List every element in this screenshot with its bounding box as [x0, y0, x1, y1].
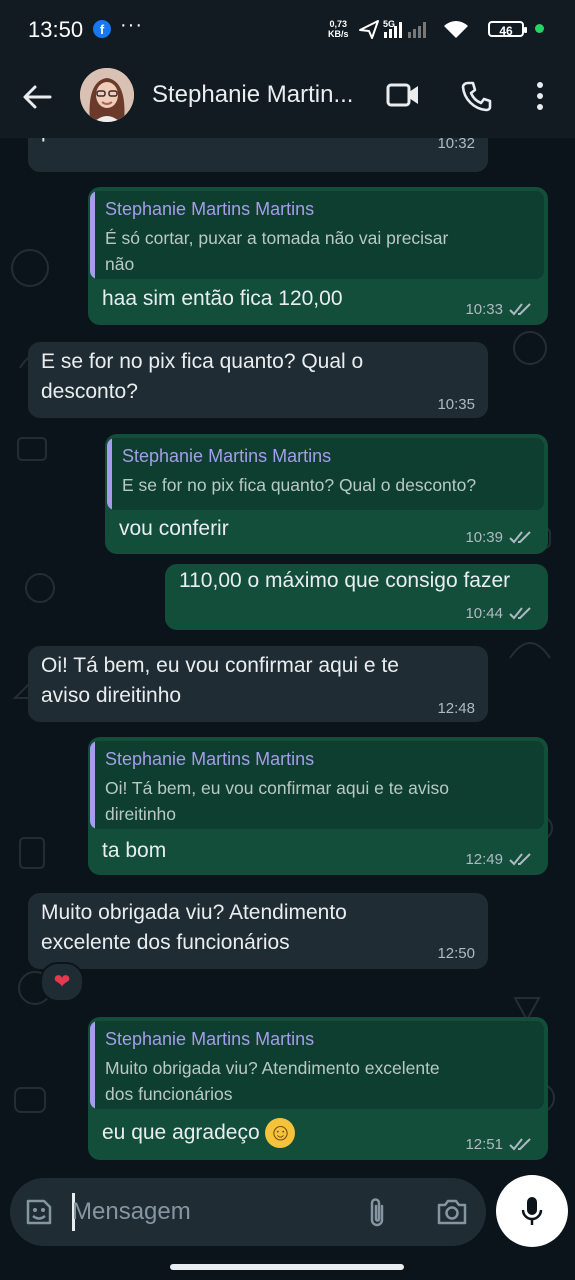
- quoted-text: E se for no pix fica quanto? Qual o desc…: [122, 472, 476, 498]
- message-text: vou conferir: [119, 517, 229, 540]
- message-composer: [10, 1178, 486, 1246]
- message-bubble-incoming[interactable]: Muito obrigada viu? Atendimento excelent…: [28, 893, 488, 969]
- quoted-text-line: Oi! Tá bem, eu vou confirmar aqui e te a…: [105, 778, 450, 798]
- message-text-content: eu que agradeço: [102, 1121, 260, 1144]
- quoted-author: Stephanie Martins Martins: [105, 199, 315, 219]
- message-bubble-outgoing[interactable]: Stephanie Martins Martins E se for no pi…: [105, 434, 548, 554]
- message-time: 12:51: [465, 1136, 503, 1153]
- message-text-line: excelente dos funcionários: [41, 931, 290, 954]
- quoted-text-line: direitinho: [105, 804, 177, 824]
- message-time: 12:49: [465, 851, 503, 868]
- back-arrow-icon[interactable]: [20, 80, 54, 114]
- mic-icon: [521, 1197, 543, 1225]
- message-bubble-outgoing[interactable]: Stephanie Martins Martins Muito obrigada…: [88, 1017, 548, 1160]
- navigation-bar: [0, 1254, 575, 1280]
- message-bubble-incoming[interactable]: E se for no pix fica quanto? Qual o desc…: [28, 342, 488, 418]
- message-bubble-outgoing[interactable]: 110,00 o máximo que consigo fazer 10:44: [165, 564, 548, 630]
- message-text: Oi! Tá bem, eu vou confirmar aqui e te a…: [41, 651, 399, 711]
- attach-icon[interactable]: [366, 1196, 388, 1230]
- message-text-line: aviso direitinho: [41, 684, 182, 707]
- network-speed-unit: KB/s: [328, 29, 349, 39]
- video-call-icon[interactable]: [386, 81, 420, 109]
- quoted-message[interactable]: Stephanie Martins Martins Oi! Tá bem, eu…: [90, 741, 544, 829]
- quoted-message[interactable]: Stephanie Martins Martins E se for no pi…: [107, 438, 544, 510]
- message-text: haa sim então fica 120,00: [102, 287, 343, 310]
- quoted-text-line: dos funcionários: [105, 1084, 233, 1104]
- quote-accent-bar: [90, 191, 95, 279]
- quote-accent-bar: [90, 741, 95, 829]
- facebook-notification-icon: f: [93, 20, 111, 38]
- status-time: 13:50: [28, 17, 84, 42]
- quoted-message[interactable]: Stephanie Martins Martins Muito obrigada…: [90, 1021, 544, 1109]
- quoted-author: Stephanie Martins Martins: [122, 446, 332, 466]
- sticker-icon[interactable]: [24, 1197, 54, 1227]
- message-bubble-outgoing[interactable]: Stephanie Martins Martins Oi! Tá bem, eu…: [88, 737, 548, 875]
- status-bar: 13:50 f ··· 0,73 KB/s 5G 46: [0, 0, 575, 58]
- message-list[interactable]: precisar não 10:32 Stephanie Martins Mar…: [0, 138, 575, 1172]
- message-text: eu que agradeço ☺: [102, 1118, 296, 1149]
- read-receipt-icon: [509, 853, 531, 866]
- message-time: 10:35: [437, 396, 475, 413]
- read-receipt-icon: [509, 531, 531, 544]
- read-receipt-icon: [509, 303, 531, 316]
- message-text: precisar não: [41, 138, 157, 146]
- message-text-line: E se for no pix fica quanto? Qual o: [41, 350, 364, 373]
- contact-avatar[interactable]: [80, 68, 134, 122]
- quoted-text-line: É só cortar, puxar a tomada não vai prec…: [105, 228, 449, 248]
- message-text: 110,00 o máximo que consigo fazer: [179, 569, 511, 592]
- message-time: 10:32: [437, 138, 475, 152]
- message-time: 10:39: [465, 529, 503, 546]
- message-bubble-outgoing[interactable]: Stephanie Martins Martins É só cortar, p…: [88, 187, 548, 325]
- message-time: 10:33: [465, 301, 503, 318]
- read-receipt-icon: [509, 1138, 531, 1151]
- message-text-line: desconto?: [41, 380, 138, 403]
- message-text: E se for no pix fica quanto? Qual o desc…: [41, 347, 363, 407]
- network-speed: 0,73 KB/s: [328, 19, 349, 39]
- message-text: ta bom: [102, 839, 167, 862]
- contact-name[interactable]: Stephanie Martin...: [152, 81, 353, 109]
- message-text-line: Muito obrigada viu? Atendimento: [41, 901, 347, 924]
- smiling-emoji-icon: ☺: [265, 1118, 296, 1149]
- quoted-message[interactable]: Stephanie Martins Martins É só cortar, p…: [90, 191, 544, 279]
- wifi-icon: [444, 21, 468, 38]
- quoted-text-line: Muito obrigada viu? Atendimento excelent…: [105, 1058, 440, 1078]
- message-time: 10:44: [465, 605, 503, 622]
- quoted-author: Stephanie Martins Martins: [105, 749, 315, 769]
- quoted-text-line: não: [105, 254, 135, 274]
- voice-call-icon[interactable]: [460, 80, 492, 112]
- signal-icons: 5G: [359, 19, 468, 39]
- quoted-text-line: E se for no pix fica quanto? Qual o desc…: [122, 475, 477, 495]
- quoted-author: Stephanie Martins Martins: [105, 1029, 315, 1049]
- camera-icon[interactable]: [436, 1198, 468, 1226]
- message-bubble-incoming[interactable]: Oi! Tá bem, eu vou confirmar aqui e te a…: [28, 646, 488, 722]
- quoted-text: É só cortar, puxar a tomada não vai prec…: [105, 225, 448, 277]
- network-type: 5G: [383, 19, 395, 29]
- quote-accent-bar: [107, 438, 112, 510]
- quoted-text: Oi! Tá bem, eu vou confirmar aqui e te a…: [105, 775, 449, 827]
- privacy-indicator-icon: [535, 24, 544, 33]
- quote-accent-bar: [90, 1021, 95, 1109]
- avatar-image: [80, 68, 134, 122]
- reaction-heart-icon[interactable]: ❤: [40, 962, 84, 1002]
- read-receipt-icon: [509, 607, 531, 620]
- more-notifications-icon: ···: [120, 14, 143, 36]
- message-time: 12:50: [437, 945, 475, 962]
- more-vertical-icon[interactable]: [533, 81, 547, 111]
- quoted-text: Muito obrigada viu? Atendimento excelent…: [105, 1055, 440, 1107]
- battery-icon: 46: [488, 21, 527, 38]
- message-time: 12:48: [437, 700, 475, 717]
- network-speed-value: 0,73: [329, 19, 348, 29]
- message-text-line: Oi! Tá bem, eu vou confirmar aqui e te: [41, 654, 399, 677]
- message-bubble-incoming[interactable]: precisar não 10:32: [28, 138, 488, 172]
- message-text: Muito obrigada viu? Atendimento excelent…: [41, 898, 347, 958]
- home-gesture-bar[interactable]: [170, 1264, 404, 1270]
- location-icon: [359, 20, 379, 39]
- message-input[interactable]: [72, 1195, 332, 1229]
- voice-message-button[interactable]: [496, 1175, 568, 1247]
